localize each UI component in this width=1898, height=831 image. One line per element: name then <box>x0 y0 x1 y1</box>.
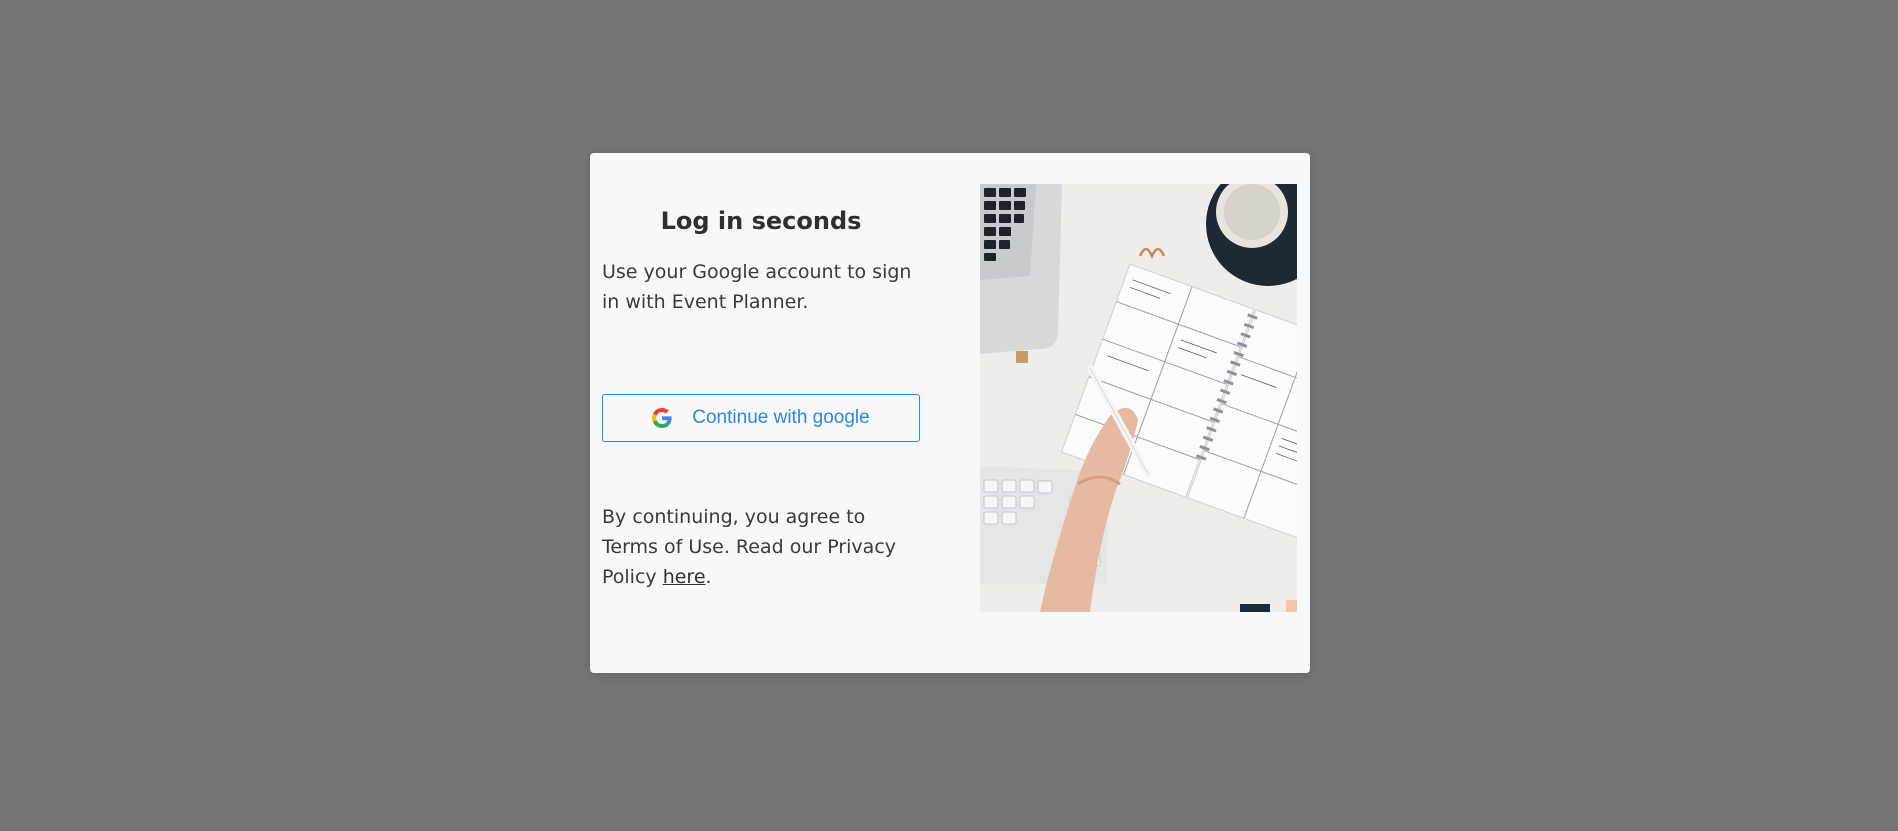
terms-notice: By continuing, you agree to Terms of Use… <box>602 502 920 592</box>
planner-photo <box>980 184 1297 612</box>
google-icon <box>652 408 672 428</box>
terms-text: By continuing, you agree to Terms of Use… <box>602 506 897 588</box>
continue-with-google-button[interactable]: Continue with google <box>602 394 920 442</box>
privacy-policy-link[interactable]: here <box>663 566 706 588</box>
modal-subtitle: Use your Google account to sign in with … <box>602 261 912 313</box>
google-button-label: Continue with google <box>692 407 870 428</box>
modal-title: Log in seconds <box>660 207 862 235</box>
login-modal: Log in seconds Use your Google account t… <box>590 153 1310 673</box>
terms-end: . <box>705 566 712 588</box>
